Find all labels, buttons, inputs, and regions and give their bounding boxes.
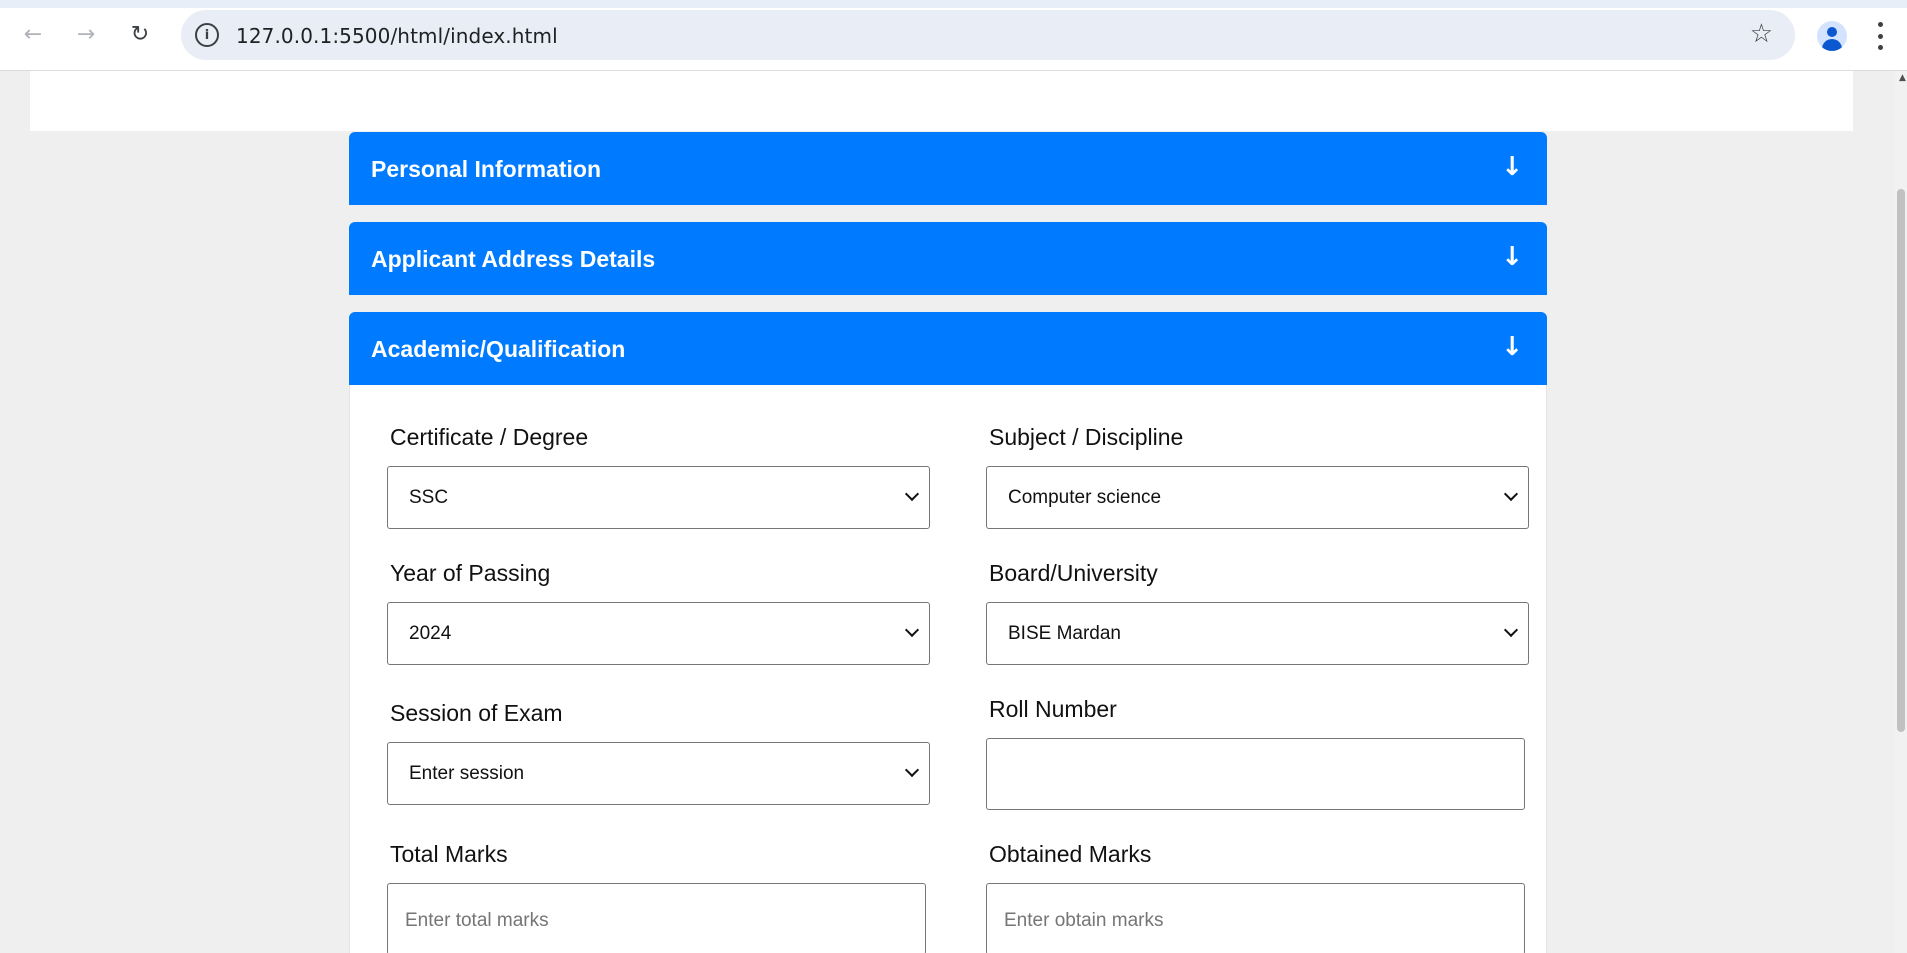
- accordion-applicant-address[interactable]: Applicant Address Details ↓: [349, 222, 1547, 295]
- back-button[interactable]: ←: [15, 16, 51, 52]
- address-url[interactable]: 127.0.0.1:5500/html/index.html: [236, 24, 558, 48]
- academic-panel: Certificate / Degree SSC Subject / Disci…: [349, 385, 1547, 953]
- total-marks-input[interactable]: Enter total marks: [387, 883, 926, 953]
- page-header: [30, 71, 1853, 131]
- star-icon[interactable]: ☆: [1750, 19, 1773, 49]
- accordion-personal-information[interactable]: Personal Information ↓: [349, 132, 1547, 205]
- subject-select[interactable]: Computer science: [986, 466, 1529, 529]
- session-value: Enter session: [409, 763, 525, 784]
- total-marks-placeholder: Enter total marks: [405, 910, 549, 931]
- chevron-down-icon: [1503, 622, 1519, 638]
- chevron-down-icon: [904, 622, 920, 638]
- menu-dot: [1877, 45, 1883, 50]
- certificate-select[interactable]: SSC: [387, 466, 930, 529]
- certificate-label: Certificate / Degree: [390, 424, 589, 450]
- tab-strip: [0, 0, 1907, 8]
- session-label: Session of Exam: [390, 700, 563, 726]
- arrow-down-icon: ↓: [1501, 332, 1523, 362]
- year-select[interactable]: 2024: [387, 602, 930, 665]
- address-bar[interactable]: i 127.0.0.1:5500/html/index.html ☆: [181, 10, 1795, 60]
- profile-body: [1822, 39, 1842, 51]
- reload-button[interactable]: ↻: [122, 16, 158, 52]
- subject-value: Computer science: [1008, 487, 1162, 508]
- reload-icon: ↻: [130, 21, 150, 47]
- board-value: BISE Mardan: [1008, 623, 1121, 644]
- certificate-value: SSC: [409, 487, 449, 508]
- accordion-title: Academic/Qualification: [371, 336, 626, 362]
- subject-label: Subject / Discipline: [989, 424, 1184, 450]
- obtained-marks-input[interactable]: Enter obtain marks: [986, 883, 1525, 953]
- obtained-marks-placeholder: Enter obtain marks: [1004, 910, 1164, 931]
- arrow-left-icon: ←: [23, 21, 43, 47]
- chevron-down-icon: [1503, 486, 1519, 502]
- menu-dot: [1877, 22, 1883, 27]
- profile-head: [1827, 27, 1837, 37]
- accordion-title: Personal Information: [371, 156, 602, 182]
- scrollbar-thumb[interactable]: [1897, 189, 1905, 732]
- page-scrollbar[interactable]: [1895, 71, 1907, 953]
- arrow-right-icon: →: [76, 21, 96, 47]
- chevron-down-icon: [904, 762, 920, 778]
- arrow-down-icon: ↓: [1501, 242, 1523, 272]
- profile-icon[interactable]: [1817, 21, 1847, 51]
- year-value: 2024: [409, 623, 452, 644]
- year-label: Year of Passing: [390, 560, 551, 586]
- total-marks-label: Total Marks: [390, 841, 508, 867]
- forward-button[interactable]: →: [68, 16, 104, 52]
- board-label: Board/University: [989, 560, 1158, 586]
- browser-toolbar: ← → ↻ i 127.0.0.1:5500/html/index.html ☆: [0, 0, 1907, 71]
- arrow-down-icon: ↓: [1501, 152, 1523, 182]
- obtained-marks-label: Obtained Marks: [989, 841, 1152, 867]
- board-select[interactable]: BISE Mardan: [986, 602, 1529, 665]
- accordion-title: Applicant Address Details: [371, 246, 656, 272]
- accordion-academic-qualification[interactable]: Academic/Qualification ↓: [349, 312, 1547, 385]
- menu-dot: [1877, 33, 1883, 39]
- scroll-up-icon[interactable]: ▲: [1899, 73, 1906, 83]
- menu-icon[interactable]: [1876, 22, 1884, 50]
- chevron-down-icon: [904, 486, 920, 502]
- session-select[interactable]: Enter session: [387, 742, 930, 805]
- roll-label: Roll Number: [989, 696, 1117, 722]
- roll-number-input[interactable]: [986, 738, 1525, 810]
- info-icon[interactable]: i: [195, 23, 219, 47]
